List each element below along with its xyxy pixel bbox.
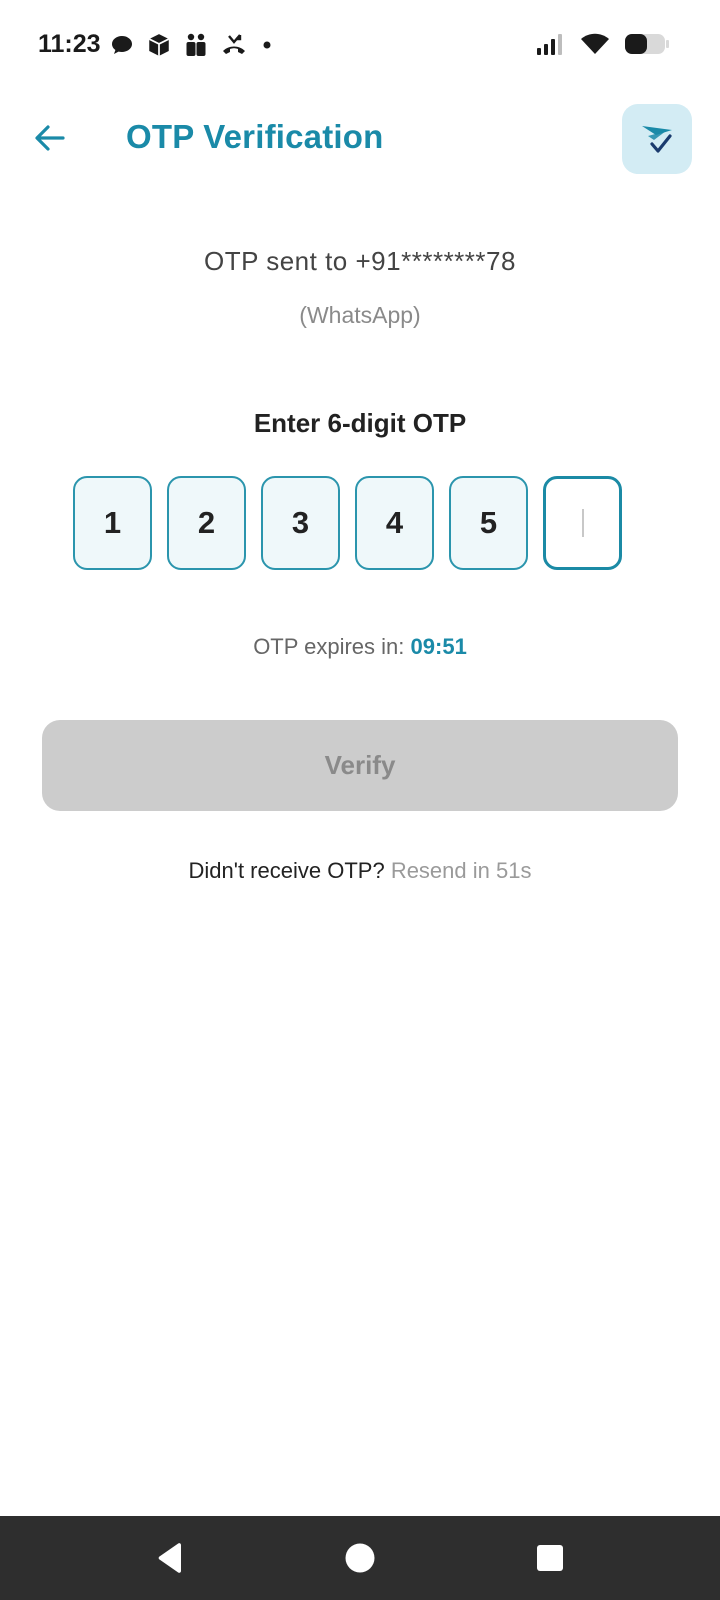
otp-channel: (WhatsApp) xyxy=(299,302,421,328)
system-icons xyxy=(536,32,670,56)
back-button[interactable] xyxy=(28,116,72,160)
status-bar: 11:23 xyxy=(0,0,720,90)
otp-expiry: OTP expires in: 09:51 xyxy=(0,634,720,660)
otp-sent-text: OTP sent to +91********78 xyxy=(204,246,516,276)
verify-button[interactable]: Verify xyxy=(42,720,678,811)
resend-row: Didn't receive OTP? Resend in 51s xyxy=(0,858,720,884)
missed-call-icon xyxy=(223,34,245,54)
battery-icon xyxy=(625,34,669,54)
otp-verification-screen: 11:23 OTP Verification OTP sent to +91**… xyxy=(0,0,720,1600)
expiry-label: OTP expires in: xyxy=(253,634,405,659)
package-icon xyxy=(148,34,170,56)
back-triangle-icon xyxy=(158,1543,181,1573)
status-time: 11:23 xyxy=(38,30,101,58)
otp-digit-3[interactable]: 3 xyxy=(261,476,340,570)
resend-question: Didn't receive OTP? xyxy=(188,858,385,883)
chat-bubble-icon xyxy=(112,36,132,54)
otp-input-group: 1 2 3 4 5 xyxy=(73,476,622,570)
system-nav-bar xyxy=(0,1516,720,1600)
text-cursor xyxy=(581,509,584,537)
notification-icons xyxy=(110,32,274,58)
people-icon xyxy=(186,33,206,56)
nav-recents-button[interactable] xyxy=(532,1540,568,1576)
nav-home-button[interactable] xyxy=(342,1540,378,1576)
otp-digit-2[interactable]: 2 xyxy=(167,476,246,570)
app-logo xyxy=(622,104,692,174)
recents-square-icon xyxy=(537,1545,563,1571)
signal-icon xyxy=(537,34,562,55)
dot-icon xyxy=(263,41,271,49)
page-title: OTP Verification xyxy=(126,118,384,155)
paper-plane-check-icon xyxy=(642,126,672,153)
app-header: OTP Verification xyxy=(0,100,720,180)
otp-digit-4[interactable]: 4 xyxy=(355,476,434,570)
otp-digit-1[interactable]: 1 xyxy=(73,476,152,570)
wifi-icon xyxy=(581,33,609,54)
arrow-left-icon xyxy=(35,125,65,151)
otp-digit-6[interactable] xyxy=(543,476,622,570)
otp-heading: Enter 6-digit OTP xyxy=(253,408,467,438)
expiry-countdown: 09:51 xyxy=(410,634,467,659)
nav-back-button[interactable] xyxy=(152,1540,188,1576)
otp-digit-5[interactable]: 5 xyxy=(449,476,528,570)
home-circle-icon xyxy=(345,1543,375,1573)
resend-timer-link[interactable]: Resend in 51s xyxy=(391,858,532,883)
